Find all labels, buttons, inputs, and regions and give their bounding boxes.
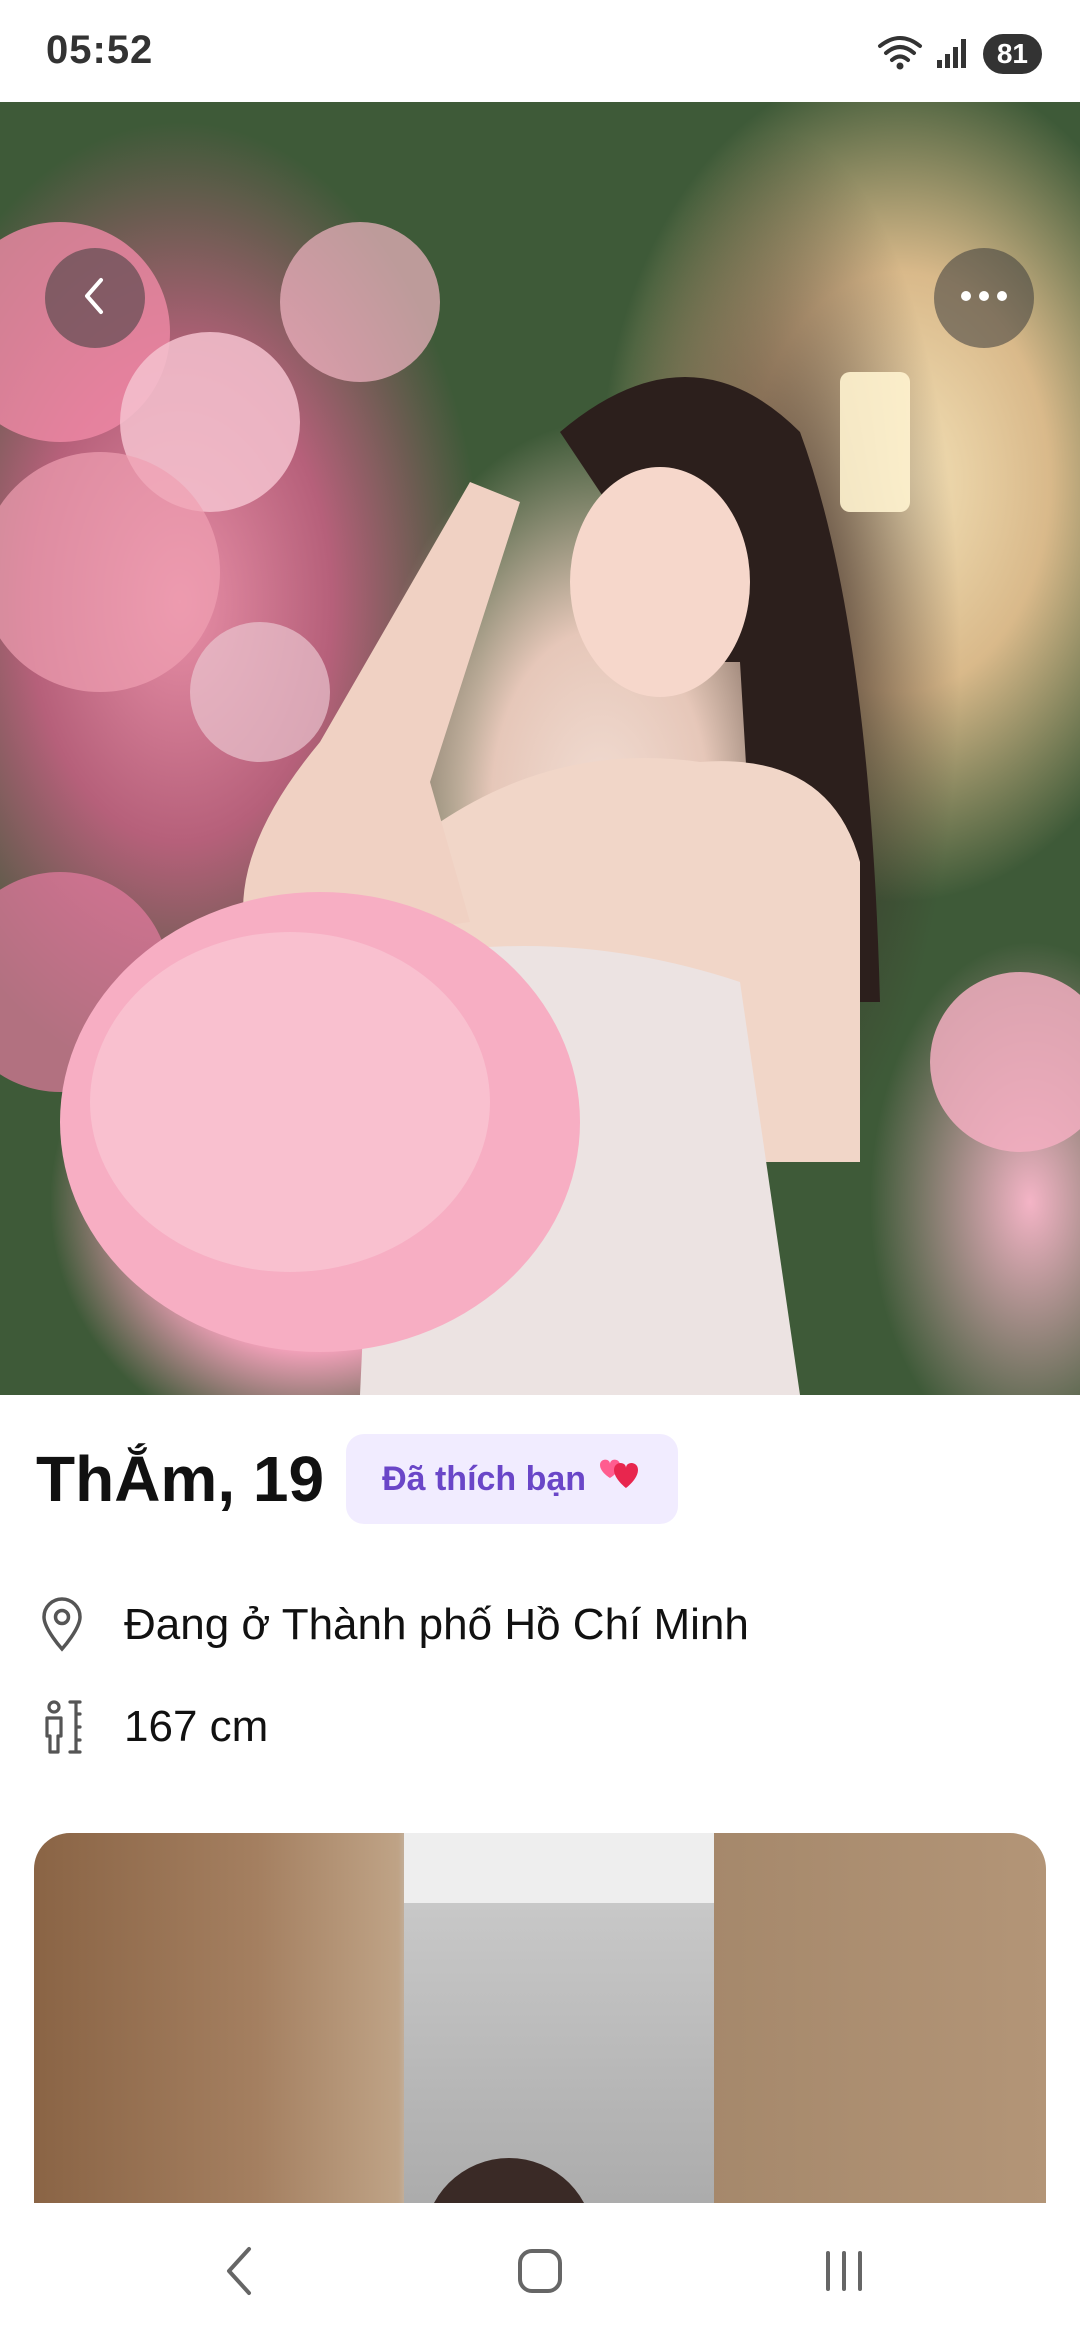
nav-recents-button[interactable]	[784, 2233, 904, 2313]
liked-badge-label: Đã thích bạn	[382, 1459, 587, 1498]
chevron-left-icon	[75, 274, 115, 323]
more-horizontal-icon	[959, 289, 1009, 308]
photo-ceiling	[404, 1833, 714, 1903]
profile-main-photo[interactable]	[0, 102, 1080, 1395]
profile-photo-2[interactable]	[34, 1833, 1046, 2233]
status-icons: 81	[877, 34, 1042, 74]
location-pin-icon	[36, 1595, 88, 1655]
height-icon	[36, 1697, 88, 1757]
wifi-icon	[877, 32, 923, 77]
back-icon	[223, 2245, 257, 2302]
home-icon	[516, 2247, 564, 2300]
recents-icon	[820, 2247, 868, 2300]
nav-back-button[interactable]	[180, 2233, 300, 2313]
nav-home-button[interactable]	[480, 2233, 600, 2313]
signal-icon	[935, 34, 971, 75]
location-row: Đang ở Thành phố Hồ Chí Minh	[36, 1590, 749, 1660]
battery-indicator: 81	[982, 34, 1042, 74]
profile-name-age: ThẮm, 19	[36, 1443, 325, 1515]
more-options-button[interactable]	[934, 248, 1034, 348]
height-text: 167 cm	[124, 1702, 269, 1751]
status-time: 05:52	[46, 28, 154, 72]
two-hearts-icon	[596, 1454, 642, 1505]
back-button[interactable]	[45, 248, 145, 348]
location-text: Đang ở Thành phố Hồ Chí Minh	[124, 1600, 749, 1649]
liked-you-badge: Đã thích bạn	[346, 1434, 679, 1524]
profile-header: ThẮm, 19 Đã thích bạn	[36, 1433, 679, 1525]
height-row: 167 cm	[36, 1692, 268, 1762]
system-nav-bar	[0, 2203, 1080, 2340]
status-bar: 05:52 81	[0, 0, 1080, 102]
photo-illustration	[0, 222, 1080, 1395]
